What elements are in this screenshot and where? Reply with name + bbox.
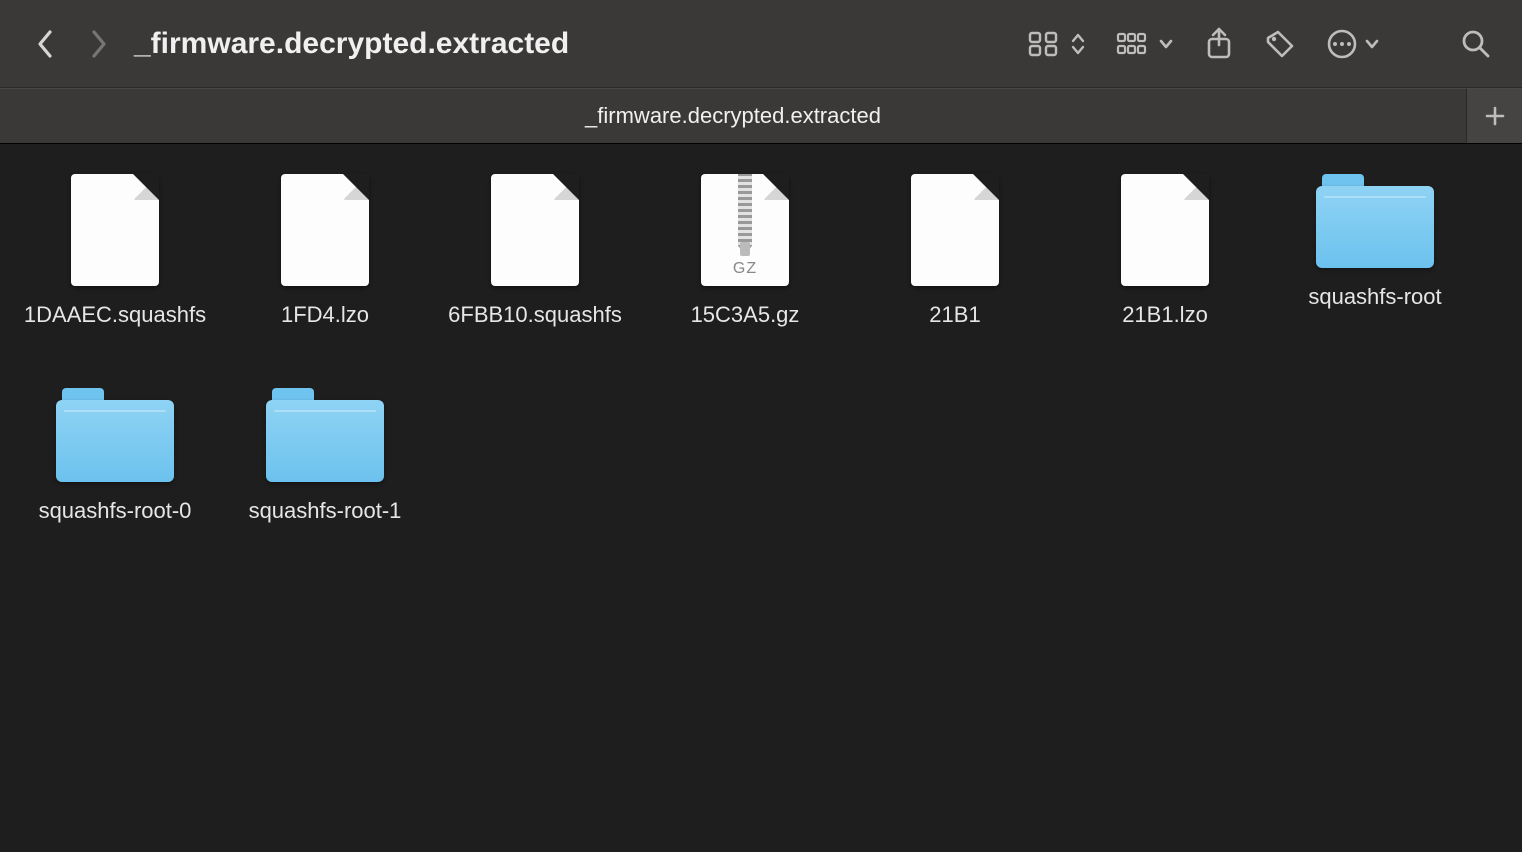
file-item[interactable]: 6FBB10.squashfs: [430, 174, 640, 328]
back-button[interactable]: [24, 22, 68, 66]
item-label: 1DAAEC.squashfs: [24, 302, 206, 328]
group-by-button[interactable]: [1116, 22, 1174, 66]
new-tab-button[interactable]: [1466, 88, 1522, 143]
file-item[interactable]: 1FD4.lzo: [220, 174, 430, 328]
file-item[interactable]: GZ 15C3A5.gz: [640, 174, 850, 328]
file-icon: [281, 174, 369, 286]
tab-label: _firmware.decrypted.extracted: [585, 103, 881, 129]
view-icons-button[interactable]: [1028, 22, 1086, 66]
file-icon: [911, 174, 999, 286]
file-item[interactable]: 21B1.lzo: [1060, 174, 1270, 328]
toolbar-actions: [1028, 22, 1492, 66]
toolbar: _firmware.decrypted.extracted: [0, 0, 1522, 88]
folder-item[interactable]: squashfs-root-0: [10, 388, 220, 524]
item-label: 21B1.lzo: [1122, 302, 1208, 328]
item-label: 15C3A5.gz: [691, 302, 800, 328]
file-item[interactable]: 21B1: [850, 174, 1060, 328]
item-label: 1FD4.lzo: [281, 302, 369, 328]
item-label: 21B1: [929, 302, 980, 328]
archive-file-icon: GZ: [701, 174, 789, 286]
item-label: squashfs-root-1: [249, 498, 402, 524]
folder-icon: [1316, 174, 1434, 268]
file-icon: [1121, 174, 1209, 286]
folder-icon: [266, 388, 384, 482]
icon-grid: 1DAAEC.squashfs 1FD4.lzo 6FBB10.squashfs GZ…: [0, 144, 1522, 554]
file-icon: [491, 174, 579, 286]
folder-item[interactable]: squashfs-root: [1270, 174, 1480, 328]
window-title: _firmware.decrypted.extracted: [134, 27, 569, 61]
item-label: squashfs-root: [1308, 284, 1441, 310]
file-icon: [71, 174, 159, 286]
share-button[interactable]: [1204, 22, 1234, 66]
tab-current[interactable]: _firmware.decrypted.extracted: [0, 88, 1466, 143]
item-label: 6FBB10.squashfs: [448, 302, 622, 328]
file-item[interactable]: 1DAAEC.squashfs: [10, 174, 220, 328]
tab-bar: _firmware.decrypted.extracted: [0, 88, 1522, 144]
file-type-badge: GZ: [701, 260, 789, 278]
item-label: squashfs-root-0: [39, 498, 192, 524]
forward-button[interactable]: [76, 22, 120, 66]
search-button[interactable]: [1460, 22, 1492, 66]
folder-icon: [56, 388, 174, 482]
action-menu-button[interactable]: [1326, 22, 1380, 66]
tags-button[interactable]: [1264, 22, 1296, 66]
folder-item[interactable]: squashfs-root-1: [220, 388, 430, 524]
